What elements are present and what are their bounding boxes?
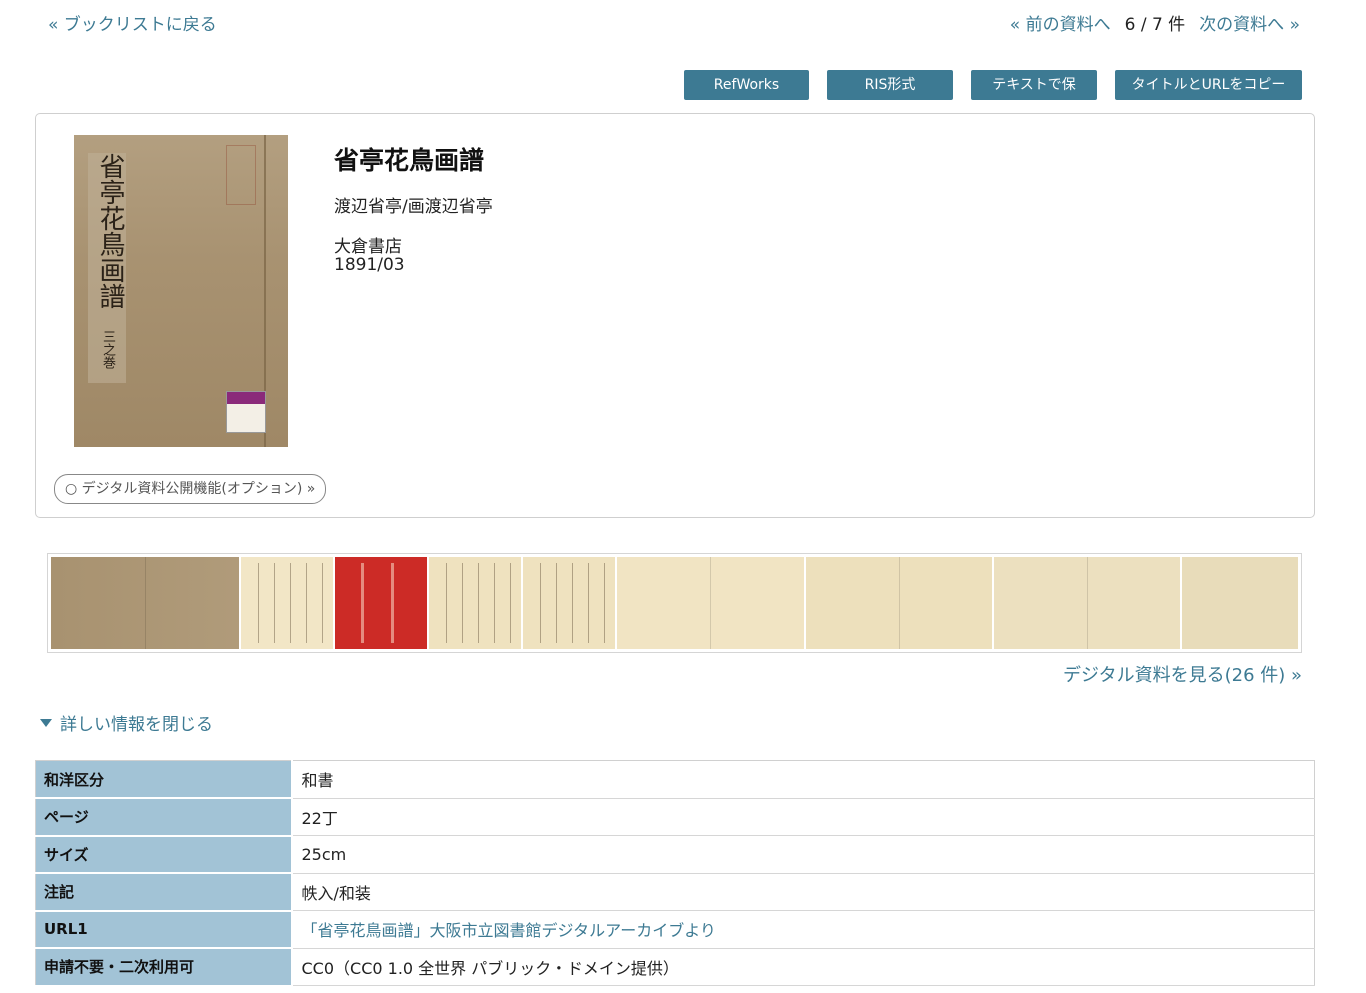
record-count: 6 / 7 件	[1124, 15, 1186, 35]
refworks-button[interactable]: RefWorks	[684, 70, 809, 100]
detail-value: 25cm	[290, 835, 1315, 874]
cover-calligraphy: 省亭花鳥画譜	[95, 153, 125, 309]
digital-publish-option-button[interactable]: ○ デジタル資料公開機能(オプション) »	[54, 474, 327, 504]
detail-label: 和洋区分	[35, 760, 292, 799]
book-cover-image[interactable]: 省亭花鳥画譜 三之巻	[74, 135, 288, 447]
thumbnail-page[interactable]	[240, 557, 333, 649]
ris-export-button[interactable]: RIS形式	[827, 70, 953, 100]
details-toggle-label: 詳しい情報を閉じる	[60, 715, 213, 735]
thumbnail-page[interactable]	[334, 557, 428, 649]
copy-title-url-button[interactable]: タイトルとURLをコピー	[1115, 70, 1302, 100]
table-row: ページ 22丁	[35, 798, 1315, 837]
details-toggle[interactable]: 詳しい情報を閉じる	[40, 710, 213, 735]
detail-value: 帙入/和装	[290, 873, 1315, 911]
thumbnail-cover[interactable]	[51, 557, 239, 649]
record-date: 1891/03	[334, 255, 405, 275]
library-label	[226, 391, 266, 433]
table-row: 和洋区分 和書	[35, 760, 1315, 799]
details-table: 和洋区分 和書 ページ 22丁 サイズ 25cm 注記 帙入/和装 URL1 「…	[35, 760, 1315, 987]
caret-down-icon	[40, 718, 52, 727]
previous-record-link[interactable]: « 前の資料へ	[1010, 10, 1111, 35]
record-title: 省亭花鳥画譜	[334, 146, 485, 175]
record-card: 省亭花鳥画譜 三之巻 省亭花鳥画譜 渡辺省亭/画渡辺省亭 大倉書店 1891/0…	[35, 113, 1315, 518]
detail-value: 22丁	[290, 798, 1315, 836]
save-as-text-button[interactable]: テキストで保存	[971, 70, 1097, 123]
thumbnail-page[interactable]	[523, 557, 616, 649]
back-to-booklist-link[interactable]: « ブックリストに戻る	[48, 10, 217, 35]
detail-label: 注記	[35, 873, 292, 912]
table-row: 申請不要・二次利用可 CC0（CC0 1.0 全世界 パブリック・ドメイン提供）	[35, 948, 1315, 987]
table-row: URL1 「省亭花鳥画譜」大阪市立図書館デジタルアーカイブより	[35, 910, 1315, 949]
record-pager: « 前の資料へ 6 / 7 件 次の資料へ »	[1010, 10, 1300, 35]
thumbnail-page[interactable]	[429, 557, 522, 649]
thumbnail-page[interactable]	[1182, 557, 1298, 649]
table-row: 注記 帙入/和装	[35, 873, 1315, 912]
detail-value: CC0（CC0 1.0 全世界 パブリック・ドメイン提供）	[290, 948, 1315, 986]
table-row: サイズ 25cm	[35, 835, 1315, 874]
export-toolbar: RefWorks RIS形式 テキストで保存 タイトルとURLをコピー	[684, 70, 1302, 123]
detail-label: URL1	[35, 910, 292, 949]
detail-label: サイズ	[35, 835, 292, 874]
thumbnail-page[interactable]	[617, 557, 804, 649]
thumbnail-page[interactable]	[994, 557, 1181, 649]
detail-label: ページ	[35, 798, 292, 837]
record-author: 渡辺省亭/画渡辺省亭	[334, 197, 493, 217]
record-publisher: 大倉書店	[334, 237, 402, 257]
top-navigation: « ブックリストに戻る « 前の資料へ 6 / 7 件 次の資料へ »	[0, 10, 1366, 36]
cover-stamp	[226, 145, 256, 205]
digital-thumbnail-strip	[47, 553, 1302, 653]
view-digital-material-link[interactable]: デジタル資料を見る(26 件) »	[1063, 661, 1302, 687]
detail-value: 「省亭花鳥画譜」大阪市立図書館デジタルアーカイブより	[290, 910, 1315, 949]
detail-label: 申請不要・二次利用可	[35, 948, 292, 987]
thumbnail-page[interactable]	[805, 557, 993, 649]
detail-value: 和書	[290, 760, 1315, 799]
next-record-link[interactable]: 次の資料へ »	[1199, 10, 1300, 35]
archive-url-link[interactable]: 「省亭花鳥画譜」大阪市立図書館デジタルアーカイブより	[302, 921, 716, 940]
cover-volume-label: 三之巻	[100, 330, 115, 369]
